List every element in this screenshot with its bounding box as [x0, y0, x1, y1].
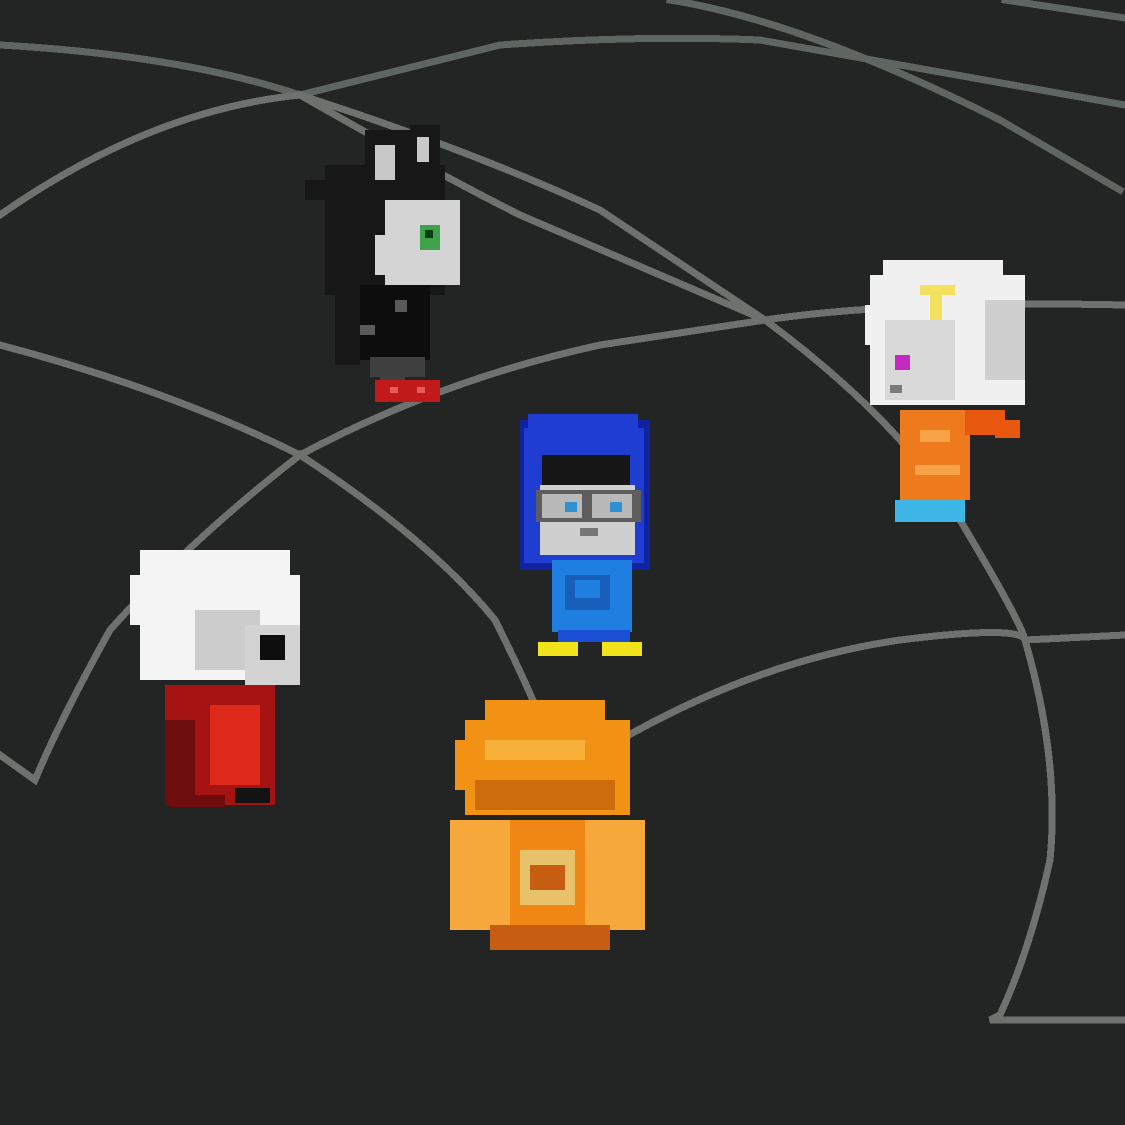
shoes	[895, 500, 965, 522]
pants	[558, 630, 630, 642]
pupil	[425, 230, 433, 238]
shirt-light-right	[585, 820, 645, 930]
hood-side	[865, 305, 885, 345]
eye-right	[610, 502, 622, 512]
outfit-light	[210, 705, 260, 785]
outfit-stripe	[920, 430, 950, 442]
hair-band	[920, 285, 955, 295]
shirt-logo	[575, 580, 600, 598]
eye	[895, 355, 910, 370]
hair-shade	[475, 780, 615, 810]
shoes	[375, 380, 440, 402]
orange-haired-boy-from-behind-sprite-icon	[450, 700, 645, 950]
hair-strand	[305, 180, 345, 200]
shoe-shine	[390, 387, 398, 393]
face-side	[375, 235, 395, 275]
eye-left	[565, 502, 577, 512]
hood-shade	[985, 300, 1025, 380]
shoe-right	[602, 642, 642, 656]
cape-hem	[170, 795, 225, 807]
character-orange-back-boy[interactable]	[450, 700, 645, 950]
outfit	[900, 410, 970, 500]
shoes	[235, 788, 270, 803]
game-scene	[0, 0, 1125, 1125]
outfit-dark	[165, 720, 195, 805]
hair-highlight	[485, 740, 585, 760]
shoe-shine	[417, 387, 425, 393]
shirt-symbol-inner	[530, 865, 565, 890]
ear-inner	[375, 145, 395, 180]
shirt-light-left	[450, 820, 510, 930]
tail	[335, 275, 360, 365]
legs	[370, 357, 425, 377]
ear-inner	[417, 137, 429, 162]
outfit-stripe	[915, 465, 960, 475]
dress-shine	[395, 300, 407, 312]
mouth	[890, 385, 902, 393]
mouth	[580, 528, 598, 536]
dress	[360, 285, 430, 360]
shoe-left	[538, 642, 578, 656]
shirt-hem	[490, 925, 610, 950]
scarf-tail	[995, 420, 1020, 438]
dress-shine	[360, 325, 375, 335]
shades	[260, 635, 285, 660]
